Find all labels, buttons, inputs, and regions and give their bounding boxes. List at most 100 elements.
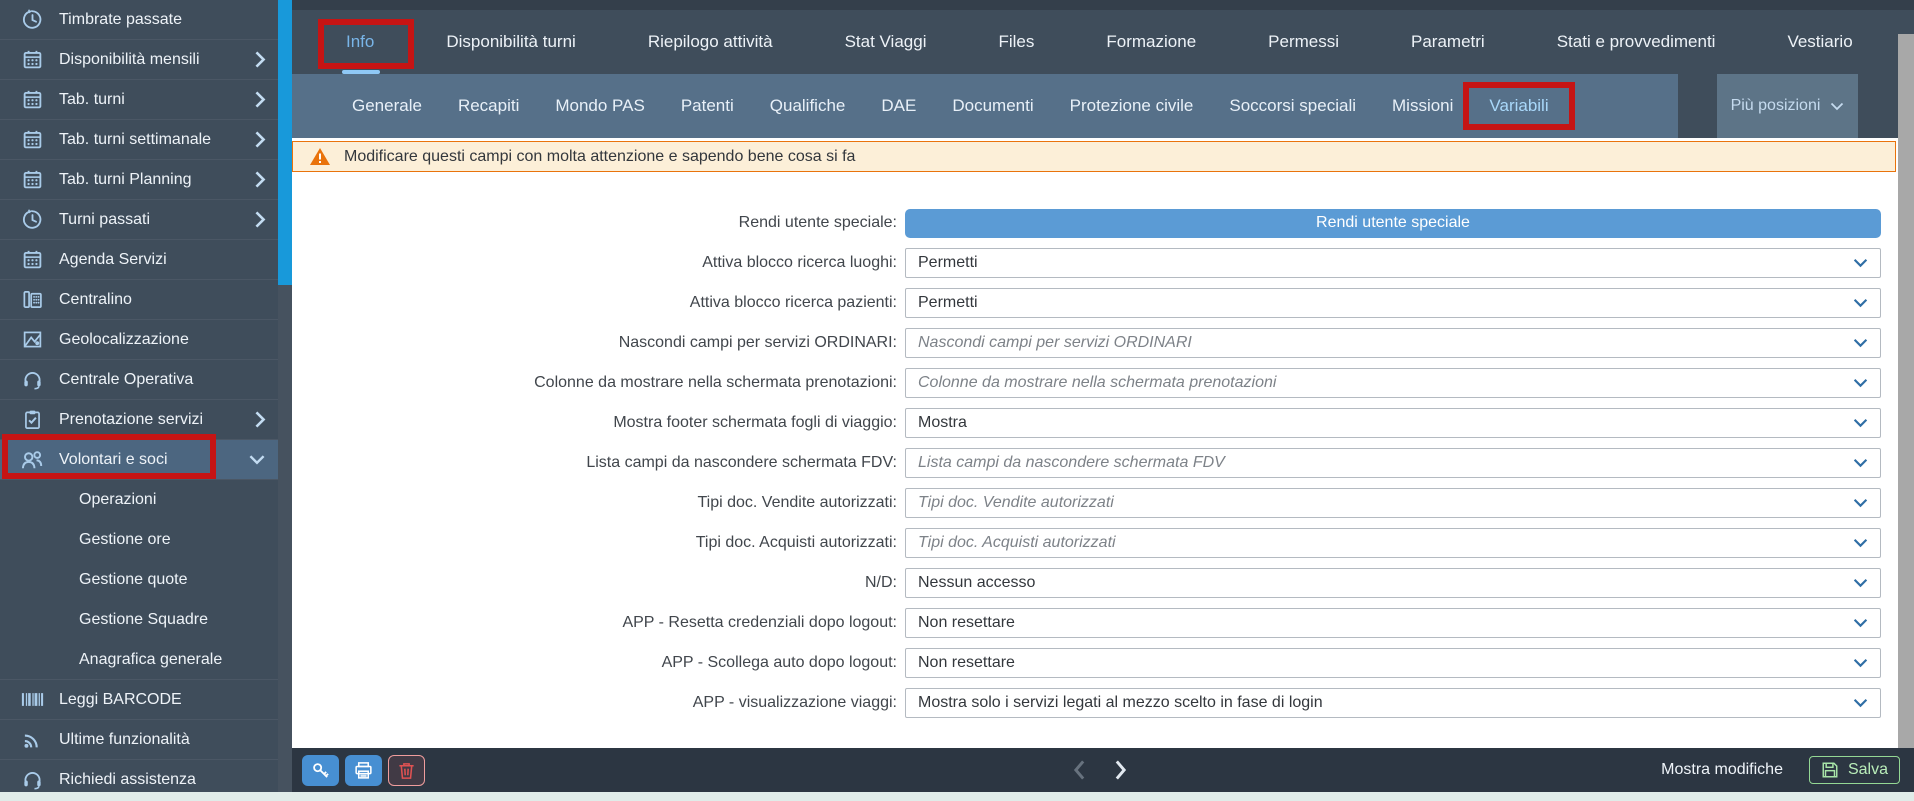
form-row-attiva-blocco-ricerca-luoghi: Attiva blocco ricerca luoghi:Permetti	[292, 243, 1896, 283]
sidebar-scrollbar-thumb[interactable]	[278, 0, 292, 285]
tab-stat-viaggi[interactable]: Stat Viaggi	[833, 32, 939, 52]
delete-button[interactable]	[388, 755, 425, 786]
subtab-dae[interactable]: DAE	[867, 74, 930, 138]
history-icon	[20, 9, 44, 30]
tab-info[interactable]: Info	[334, 32, 386, 52]
field-label-tipi-doc-vendite-autorizzati: Tipi doc. Vendite autorizzati:	[292, 494, 897, 512]
select-app-scollega-auto-dopo-logout[interactable]: Non resettare	[905, 648, 1881, 678]
select-value: Permetti	[918, 254, 978, 272]
tab-vestiario[interactable]: Vestiario	[1775, 32, 1864, 52]
content-scrollbar[interactable]	[1898, 34, 1914, 748]
sidebar-item-operazioni[interactable]: Operazioni	[0, 480, 278, 520]
headset-icon	[20, 369, 44, 390]
select-colonne-da-mostrare-nella-schermata-prenotazioni[interactable]: Colonne da mostrare nella schermata pren…	[905, 368, 1881, 398]
sub-more-positions-button[interactable]: Più posizioni	[1717, 74, 1858, 138]
select-chevron	[1853, 298, 1868, 308]
sidebar-item-prenotazione-servizi[interactable]: Prenotazione servizi	[0, 400, 278, 440]
phone-icon	[20, 289, 44, 310]
tab-riepilogo-attivita[interactable]: Riepilogo attività	[636, 32, 785, 52]
sidebar-item-volontari-e-soci[interactable]: Volontari e soci	[0, 440, 278, 480]
select-app-visualizzazione-viaggi[interactable]: Mostra solo i servizi legati al mezzo sc…	[905, 688, 1881, 718]
sidebar-item-leggi-barcode[interactable]: Leggi BARCODE	[0, 680, 278, 720]
sidebar-item-label: Gestione ore	[79, 531, 171, 549]
sidebar-item-gestione-ore[interactable]: Gestione ore	[0, 520, 278, 560]
subtab-patenti[interactable]: Patenti	[667, 74, 748, 138]
sidebar-item-tab-turni-settimanale[interactable]: Tab. turni settimanale	[0, 120, 278, 160]
select-n-d[interactable]: Nessun accesso	[905, 568, 1881, 598]
tab-stati-e-provvedimenti[interactable]: Stati e provvedimenti	[1545, 32, 1728, 52]
clipboard-icon	[20, 409, 44, 430]
subtab-label: Missioni	[1392, 96, 1453, 116]
subtab-label: DAE	[881, 96, 916, 116]
subtab-mondo-pas[interactable]: Mondo PAS	[541, 74, 658, 138]
sidebar-item-gestione-quote[interactable]: Gestione quote	[0, 560, 278, 600]
sidebar-item-label: Centrale Operativa	[59, 371, 193, 389]
subtab-generale[interactable]: Generale	[338, 74, 436, 138]
sidebar-item-centrale-operativa[interactable]: Centrale Operativa	[0, 360, 278, 400]
field-label-app-resetta-credenziali-dopo-logout: APP - Resetta credenziali dopo logout:	[292, 614, 897, 632]
key-icon	[311, 761, 330, 780]
sidebar-item-ultime-funzionalita[interactable]: Ultime funzionalità	[0, 720, 278, 760]
tab-formazione[interactable]: Formazione	[1094, 32, 1208, 52]
sidebar-item-label: Timbrate passate	[59, 11, 182, 29]
rss-icon	[20, 729, 44, 750]
subtab-label: Protezione civile	[1070, 96, 1194, 116]
sidebar-item-centralino[interactable]: Centralino	[0, 280, 278, 320]
calendar-icon	[20, 249, 44, 270]
sidebar-item-agenda-servizi[interactable]: Agenda Servizi	[0, 240, 278, 280]
save-button[interactable]: Salva	[1809, 756, 1900, 784]
tab-label: Stati e provvedimenti	[1557, 32, 1716, 51]
select-attiva-blocco-ricerca-luoghi[interactable]: Permetti	[905, 248, 1881, 278]
key-button[interactable]	[302, 755, 339, 786]
select-app-resetta-credenziali-dopo-logout[interactable]: Non resettare	[905, 608, 1881, 638]
subtab-protezione-civile[interactable]: Protezione civile	[1056, 74, 1208, 138]
print-button[interactable]	[345, 755, 382, 786]
subtab-qualifiche[interactable]: Qualifiche	[756, 74, 860, 138]
subtab-missioni[interactable]: Missioni	[1378, 74, 1467, 138]
sidebar-item-disponibilita-mensili[interactable]: Disponibilità mensili	[0, 40, 278, 80]
sub-more-positions-label: Più posizioni	[1731, 97, 1821, 115]
sidebar-item-turni-passati[interactable]: Turni passati	[0, 200, 278, 240]
save-button-label: Salva	[1848, 761, 1888, 779]
sidebar-item-anagrafica-generale[interactable]: Anagrafica generale	[0, 640, 278, 680]
settings-form: Rendi utente speciale:Rendi utente speci…	[292, 203, 1896, 723]
show-changes-button[interactable]: Mostra modifiche	[1661, 761, 1783, 779]
tab-permessi[interactable]: Permessi	[1256, 32, 1351, 52]
sidebar-item-gestione-squadre[interactable]: Gestione Squadre	[0, 600, 278, 640]
sidebar-item-geolocalizzazione[interactable]: Geolocalizzazione	[0, 320, 278, 360]
sidebar-item-timbrate-passate[interactable]: Timbrate passate	[0, 0, 278, 40]
sidebar-item-tab-turni-planning[interactable]: Tab. turni Planning	[0, 160, 278, 200]
tab-disponibilita-turni[interactable]: Disponibilità turni	[434, 32, 587, 52]
next-record-button[interactable]	[1114, 759, 1127, 781]
content-area: Info Disponibilità turni Riepilogo attivit…	[292, 0, 1914, 801]
subtab-recapiti[interactable]: Recapiti	[444, 74, 533, 138]
map-icon	[20, 329, 44, 350]
subtab-variabili[interactable]: Variabili	[1475, 74, 1562, 138]
select-lista-campi-da-nascondere-schermata-fdv[interactable]: Lista campi da nascondere schermata FDV	[905, 448, 1881, 478]
chevron-down-icon	[1830, 102, 1844, 111]
people-icon	[20, 449, 44, 471]
select-attiva-blocco-ricerca-pazienti[interactable]: Permetti	[905, 288, 1881, 318]
tab-parametri[interactable]: Parametri	[1399, 32, 1497, 52]
subtab-label: Qualifiche	[770, 96, 846, 116]
tab-label: Stat Viaggi	[845, 32, 927, 51]
subtab-documenti[interactable]: Documenti	[938, 74, 1047, 138]
subtab-soccorsi-speciali[interactable]: Soccorsi speciali	[1215, 74, 1370, 138]
previous-record-button[interactable]	[1073, 759, 1086, 781]
tab-label: Disponibilità turni	[446, 32, 575, 51]
rendi-utente-speciale-button[interactable]: Rendi utente speciale	[905, 209, 1881, 238]
form-row-rendi-utente-speciale: Rendi utente speciale:Rendi utente speci…	[292, 203, 1896, 243]
tab-files[interactable]: Files	[986, 32, 1046, 52]
sidebar-item-tab-turni[interactable]: Tab. turni	[0, 80, 278, 120]
printer-icon	[354, 761, 373, 780]
sidebar-item-label: Geolocalizzazione	[59, 331, 189, 349]
subtab-label: Recapiti	[458, 96, 519, 116]
sidebar-scrollbar[interactable]	[278, 0, 292, 801]
select-nascondi-campi-per-servizi-ordinari[interactable]: Nascondi campi per servizi ORDINARI	[905, 328, 1881, 358]
select-tipi-doc-vendite-autorizzati[interactable]: Tipi doc. Vendite autorizzati	[905, 488, 1881, 518]
sidebar-item-label: Tab. turni settimanale	[59, 131, 211, 149]
select-tipi-doc-acquisti-autorizzati[interactable]: Tipi doc. Acquisti autorizzati	[905, 528, 1881, 558]
select-value: Nessun accesso	[918, 574, 1035, 592]
select-mostra-footer-schermata-fogli-di-viaggio[interactable]: Mostra	[905, 408, 1881, 438]
sidebar-item-label: Tab. turni	[59, 91, 125, 109]
